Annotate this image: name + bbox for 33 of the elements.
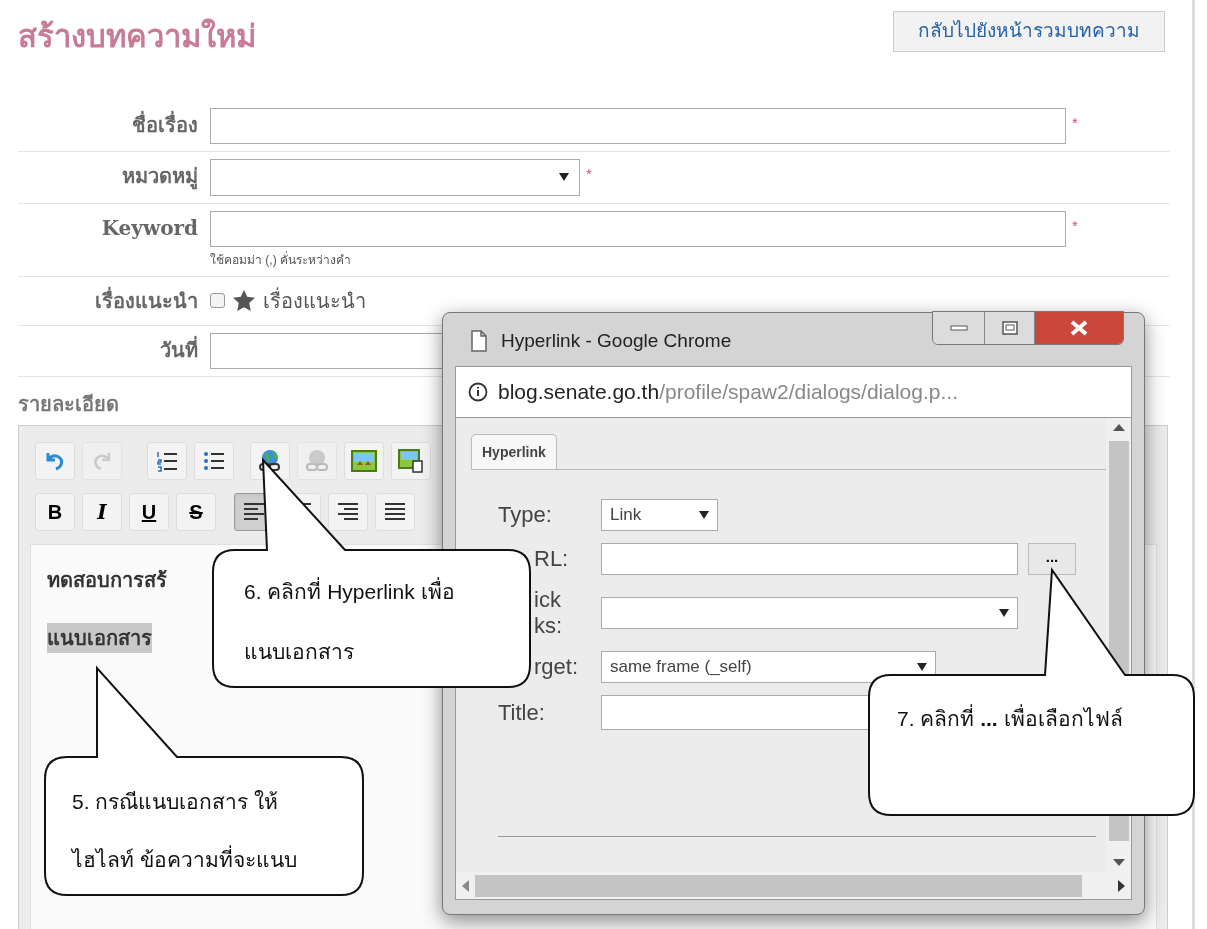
callout-text: 7. คลิกที่ ... เพื่อเลือกไฟล์ (897, 690, 1123, 748)
callout-text: 6. คลิกที่ Hyperlink เพื่อ แนบเอกสาร (244, 562, 455, 682)
toolbar-button[interactable]: B (35, 492, 75, 531)
callout-text: 5. กรณีแนบเอกสาร ให้ ไฮไลท์ ข้อความที่จะแนบ (72, 789, 297, 873)
field-label: หมวดหมู่ (121, 162, 199, 192)
field-label: RL: (534, 546, 570, 572)
toolbar-button[interactable]: U (129, 492, 169, 531)
required-mark: * (586, 163, 592, 184)
field-label: Keyword (100, 214, 199, 242)
required-mark: * (1072, 112, 1078, 133)
window-title: Hyperlink - Google Chrome (501, 329, 732, 353)
field-label: Title: (498, 699, 546, 726)
field-label: เรื่องแนะนำ (94, 286, 199, 315)
toolbar-button[interactable]: S (176, 492, 216, 531)
editor-text: แนบเอกสาร (47, 622, 152, 653)
editor-text: ทดสอบการสร้ (47, 567, 167, 593)
toolbar-button[interactable]: I (82, 492, 122, 531)
checkbox-label: เรื่องแนะนำ (263, 286, 366, 314)
field-label: Type: (498, 502, 553, 528)
field-label: rget: (534, 654, 580, 680)
section-label: รายละเอียด (18, 391, 119, 417)
dropdown[interactable]: same frame (_self) (601, 651, 936, 683)
browse-button[interactable]: ... (1028, 543, 1076, 575)
required-mark: * (1072, 215, 1078, 236)
address-text: blog.senate.go.th/profile/spaw2/dialogs/dialog.p... (498, 379, 958, 406)
field-label: วันที่ (159, 335, 199, 364)
hint-text: ใช้คอมม่า (,) คั่นระหว่างคำ (210, 250, 352, 269)
field-label: ick ks: (534, 587, 564, 639)
dropdown[interactable]: Link (601, 499, 718, 531)
page-title: สร้างบทความใหม่ (18, 17, 256, 56)
back-button[interactable]: กลับไปยังหน้ารวมบทความ (893, 11, 1165, 52)
field-label: ชื่อเรื่อง (131, 110, 199, 139)
dialog-tab[interactable]: Hyperlink (471, 434, 557, 469)
